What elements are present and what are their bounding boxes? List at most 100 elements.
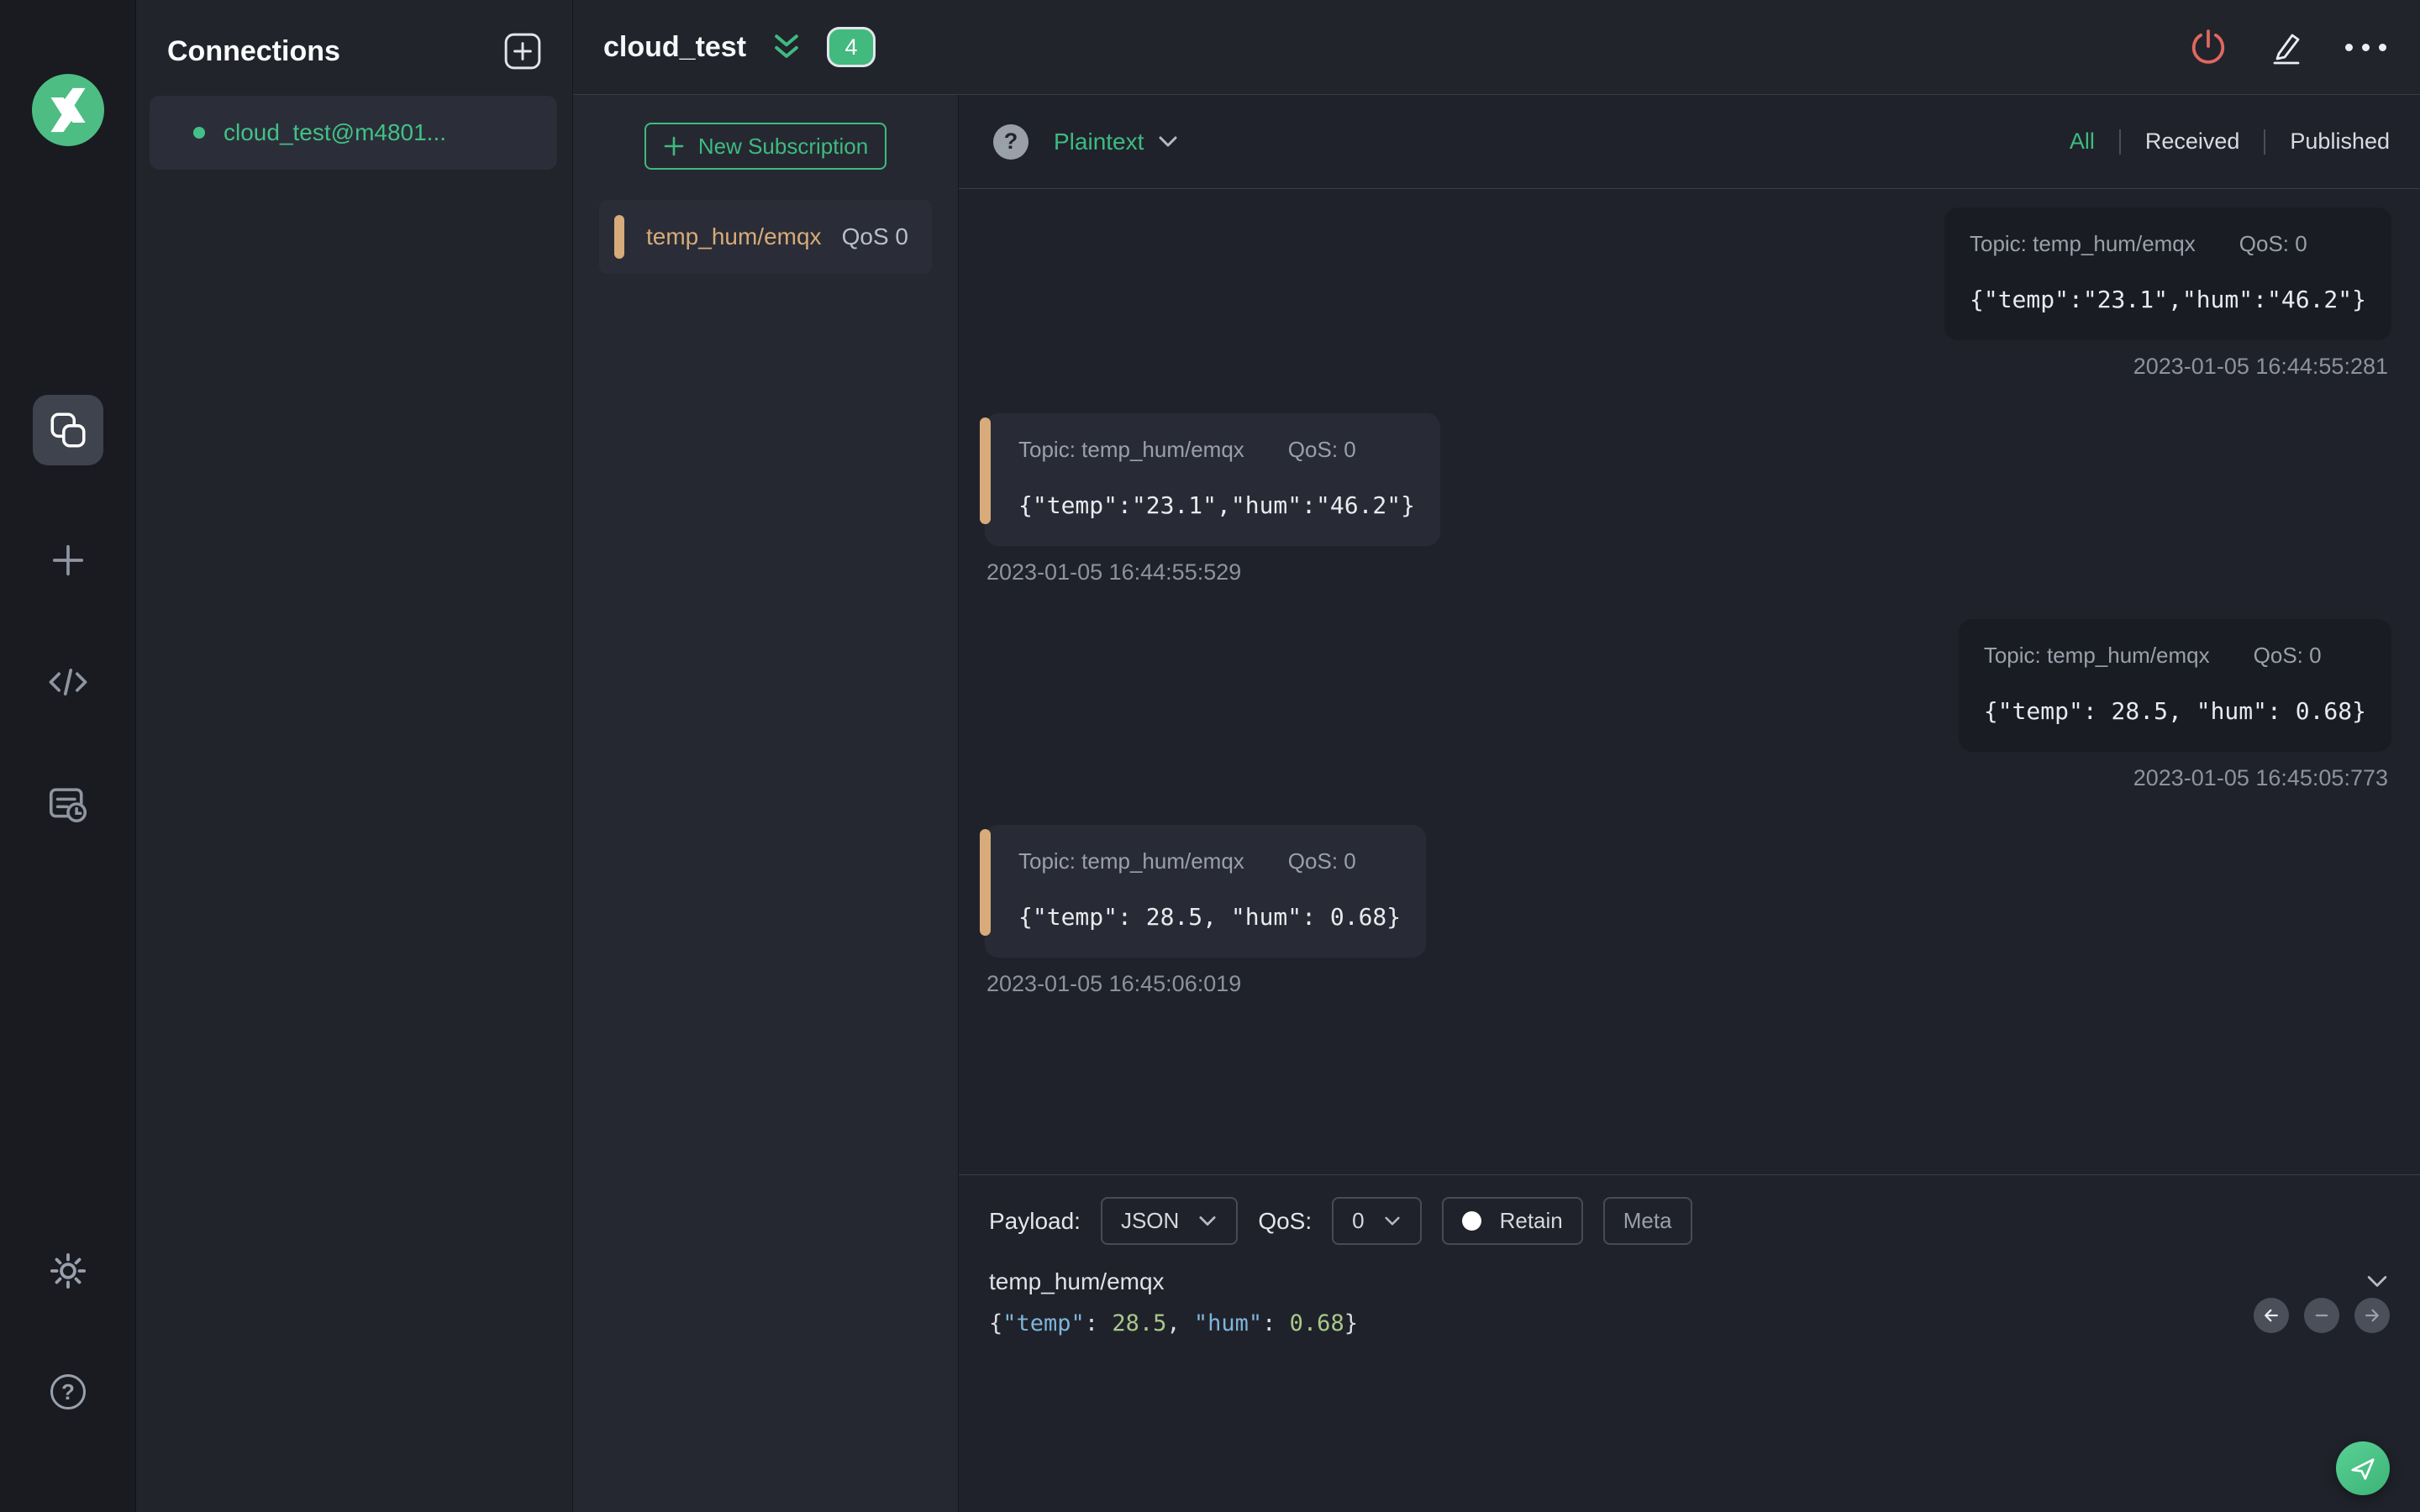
nav-settings[interactable]: [0, 1248, 136, 1294]
chevron-down-icon: [1197, 1213, 1218, 1230]
meta-label: Meta: [1623, 1208, 1672, 1233]
subscription-topic: temp_hum/emqx: [646, 223, 822, 249]
nav-connections-tab[interactable]: [33, 395, 103, 465]
message-bubble[interactable]: Topic: temp_hum/emqx QoS: 0 {"temp": 28.…: [979, 825, 1427, 958]
send-button[interactable]: [2336, 1441, 2390, 1495]
subscription-qos: QoS 0: [841, 223, 908, 249]
message-meta: Topic: temp_hum/emqx QoS: 0: [1984, 643, 2366, 669]
subscription-item[interactable]: temp_hum/emqx QoS 0: [599, 200, 932, 274]
publish-composer: Payload: JSON QoS: 0 Retain Meta temp_hu…: [959, 1174, 2420, 1512]
help-icon: ?: [50, 1374, 86, 1410]
nav-rail: ?: [0, 0, 136, 1512]
message-meta: Topic: temp_hum/emqx QoS: 0: [1018, 848, 1401, 874]
connections-icon: [47, 409, 89, 451]
pencil-icon: [2268, 29, 2305, 66]
message-bubble[interactable]: Topic: temp_hum/emqx QoS: 0 {"temp": 28.…: [1958, 619, 2391, 752]
message-topic: Topic: temp_hum/emqx: [1983, 643, 2210, 668]
message-count-badge: 4: [827, 27, 876, 67]
mqttx-app: ? Connections cloud_test@m4801... cloud_…: [0, 0, 2420, 1512]
message-timestamp: 2023-01-05 16:44:55:281: [2133, 354, 2388, 379]
message-bubble[interactable]: Topic: temp_hum/emqx QoS: 0 {"temp":"23.…: [1944, 207, 2391, 340]
qos-dropdown[interactable]: 0: [1332, 1197, 1422, 1245]
message-topic: Topic: temp_hum/emqx: [1018, 437, 1244, 462]
payload-format-select[interactable]: Plaintext: [1054, 129, 1144, 155]
message-filters: All Received Published: [2045, 129, 2390, 155]
double-chevron-down-icon[interactable]: [770, 31, 803, 63]
message-toolbar: ? Plaintext All Received Published: [959, 95, 2420, 189]
retain-toggle[interactable]: Retain: [1441, 1197, 1583, 1245]
connections-panel: Connections cloud_test@m4801...: [136, 0, 573, 1512]
message-received: Topic: temp_hum/emqx QoS: 0 {"temp": 28.…: [979, 825, 2391, 997]
connected-status-dot: [193, 127, 205, 139]
payload-format-value: JSON: [1120, 1208, 1180, 1233]
filter-all[interactable]: All: [2045, 129, 2119, 155]
meta-button[interactable]: Meta: [1602, 1197, 1692, 1245]
message-list[interactable]: Topic: temp_hum/emqx QoS: 0 {"temp":"23.…: [959, 189, 2420, 1174]
history-clear-button[interactable]: [2304, 1298, 2339, 1333]
message-qos: QoS: 0: [2253, 643, 2322, 668]
message-timestamp: 2023-01-05 16:45:05:773: [2133, 765, 2388, 790]
connections-title: Connections: [167, 35, 340, 67]
topic-input-row: temp_hum/emqx: [989, 1268, 2390, 1295]
code-token: {: [989, 1310, 1003, 1336]
connection-header: cloud_test 4: [573, 0, 2420, 95]
connection-item[interactable]: cloud_test@m4801...: [150, 96, 557, 170]
message-topic: Topic: temp_hum/emqx: [1969, 231, 2196, 256]
collapse-composer-icon[interactable]: [2365, 1272, 2390, 1292]
log-icon: [45, 781, 91, 827]
message-panel: ? Plaintext All Received Published Topic…: [959, 95, 2420, 1512]
message-bubble[interactable]: Topic: temp_hum/emqx QoS: 0 {"temp":"23.…: [979, 413, 1441, 546]
filter-received[interactable]: Received: [2121, 129, 2265, 155]
topic-input[interactable]: temp_hum/emqx: [989, 1268, 1165, 1295]
payload-editor[interactable]: {"temp": 28.5, "hum": 0.68}: [989, 1310, 2390, 1336]
code-token: 0.68: [1289, 1310, 1344, 1336]
connection-title: cloud_test: [603, 30, 747, 63]
mqttx-logo-icon: [32, 74, 104, 146]
subscription-color-bar: [614, 215, 624, 259]
nav-help[interactable]: ?: [0, 1374, 136, 1410]
plus-icon: [663, 135, 685, 157]
message-published: Topic: temp_hum/emqx QoS: 0 {"temp":"23.…: [985, 207, 2391, 380]
message-payload: {"temp": 28.5, "hum": 0.68}: [1983, 697, 2366, 725]
new-subscription-button[interactable]: New Subscription: [644, 123, 886, 170]
code-token: :: [1262, 1310, 1290, 1336]
message-payload: {"temp":"23.1","hum":"46.2"}: [1018, 491, 1416, 519]
minus-icon: [2311, 1305, 2333, 1326]
main-body: New Subscription temp_hum/emqx QoS 0 ? P…: [573, 95, 2420, 1512]
message-payload: {"temp": 28.5, "hum": 0.68}: [1018, 903, 1402, 931]
arrow-left-icon: [2260, 1305, 2282, 1326]
message-meta: Topic: temp_hum/emqx QoS: 0: [1970, 231, 2366, 257]
message-timestamp: 2023-01-05 16:44:55:529: [986, 559, 1242, 585]
power-icon: [2189, 28, 2228, 66]
message-qos: QoS: 0: [1287, 437, 1356, 462]
more-options-button[interactable]: [2345, 43, 2386, 51]
code-token: "hum": [1193, 1310, 1263, 1336]
payload-help-icon[interactable]: ?: [993, 123, 1028, 160]
add-connection-button[interactable]: [503, 32, 542, 71]
code-token: "temp": [1002, 1310, 1085, 1336]
code-token: :: [1084, 1310, 1113, 1336]
new-subscription-label: New Subscription: [697, 133, 869, 159]
history-prev-button[interactable]: [2254, 1298, 2289, 1333]
disconnect-button[interactable]: [2189, 28, 2228, 66]
help-glyph: ?: [61, 1378, 75, 1404]
connection-name: cloud_test@m4801...: [224, 119, 447, 145]
retain-dot-icon: [1461, 1211, 1481, 1231]
question-glyph: ?: [1003, 129, 1018, 154]
main-area: cloud_test 4 New Subscription temp_hum/e…: [573, 0, 2420, 1512]
filter-published[interactable]: Published: [2265, 129, 2390, 155]
message-meta: Topic: temp_hum/emqx QoS: 0: [1018, 437, 1415, 463]
chevron-down-icon[interactable]: [1157, 133, 1179, 151]
message-qos: QoS: 0: [1287, 848, 1356, 874]
history-next-button[interactable]: [2354, 1298, 2390, 1333]
code-icon: [46, 660, 90, 704]
payload-format-dropdown[interactable]: JSON: [1100, 1197, 1239, 1245]
nav-log[interactable]: [0, 781, 136, 827]
paper-plane-icon: [2349, 1454, 2377, 1483]
nav-new-connection[interactable]: [0, 538, 136, 582]
composer-controls: Payload: JSON QoS: 0 Retain Meta: [989, 1197, 2390, 1245]
message-topic: Topic: temp_hum/emqx: [1018, 848, 1244, 874]
nav-script[interactable]: [0, 660, 136, 704]
edit-connection-button[interactable]: [2268, 29, 2305, 66]
code-token: 28.5: [1112, 1310, 1167, 1336]
